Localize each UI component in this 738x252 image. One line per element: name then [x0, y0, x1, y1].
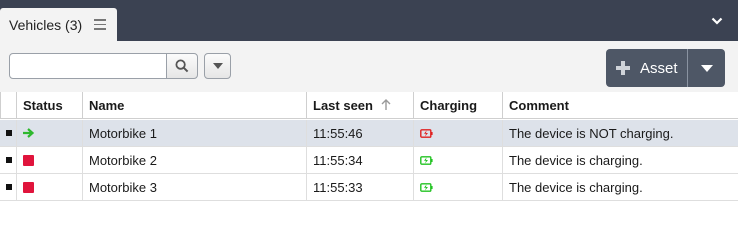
column-header-charging[interactable]: Charging: [413, 92, 502, 118]
tab-vehicles[interactable]: Vehicles (3): [0, 8, 117, 41]
table-row[interactable]: Motorbike 3 11:55:33 The device is charg…: [0, 174, 738, 201]
vehicles-table: Status Name Last seen Charging Comment M…: [0, 92, 738, 252]
comment-text: The device is NOT charging.: [502, 120, 738, 146]
add-asset-button[interactable]: Asset: [606, 49, 687, 87]
status-offline-icon: [23, 181, 34, 193]
header-selector: [0, 92, 16, 118]
search-button[interactable]: [166, 53, 198, 79]
column-header-name[interactable]: Name: [82, 92, 306, 118]
row-marker: [6, 130, 12, 136]
sort-ascending-icon: [381, 99, 391, 110]
row-marker: [6, 184, 12, 190]
row-marker: [6, 157, 12, 163]
add-asset-label: Asset: [640, 59, 678, 77]
comment-text: The device is charging.: [502, 174, 738, 200]
comment-text: The device is charging.: [502, 147, 738, 173]
column-header-comment[interactable]: Comment: [502, 92, 738, 118]
asset-dropdown-button[interactable]: [687, 49, 725, 87]
tab-label: Vehicles (3): [9, 16, 83, 33]
arrow-right-icon: [23, 128, 35, 138]
filter-dropdown-button[interactable]: [204, 53, 231, 79]
column-header-last-seen[interactable]: Last seen: [306, 92, 413, 118]
battery-green-icon: [420, 182, 433, 192]
caret-down-icon: [700, 64, 713, 72]
battery-red-icon: [420, 128, 433, 138]
table-row[interactable]: Motorbike 1 11:55:46 The device is NOT c…: [0, 120, 738, 147]
last-seen-time: 11:55:34: [306, 147, 413, 173]
table-row[interactable]: Motorbike 2 11:55:34 The device is charg…: [0, 147, 738, 174]
plus-icon: [616, 61, 630, 75]
vehicle-name: Motorbike 2: [82, 147, 306, 173]
vehicles-panel: Vehicles (3) Asset Status Name Last seen…: [0, 0, 738, 252]
table-header: Status Name Last seen Charging Comment: [0, 92, 738, 119]
battery-green-icon: [420, 155, 433, 165]
last-seen-time: 11:55:46: [306, 120, 413, 146]
search-input[interactable]: [9, 53, 167, 79]
column-header-status[interactable]: Status: [16, 92, 82, 118]
tab-bar: Vehicles (3): [0, 0, 738, 41]
chevron-down-icon[interactable]: [710, 14, 724, 28]
vehicle-name: Motorbike 1: [82, 120, 306, 146]
vehicle-name: Motorbike 3: [82, 174, 306, 200]
status-offline-icon: [23, 154, 34, 166]
last-seen-time: 11:55:33: [306, 174, 413, 200]
hamburger-menu-icon[interactable]: [94, 19, 106, 30]
caret-down-icon: [212, 63, 223, 69]
search-icon: [175, 59, 189, 73]
